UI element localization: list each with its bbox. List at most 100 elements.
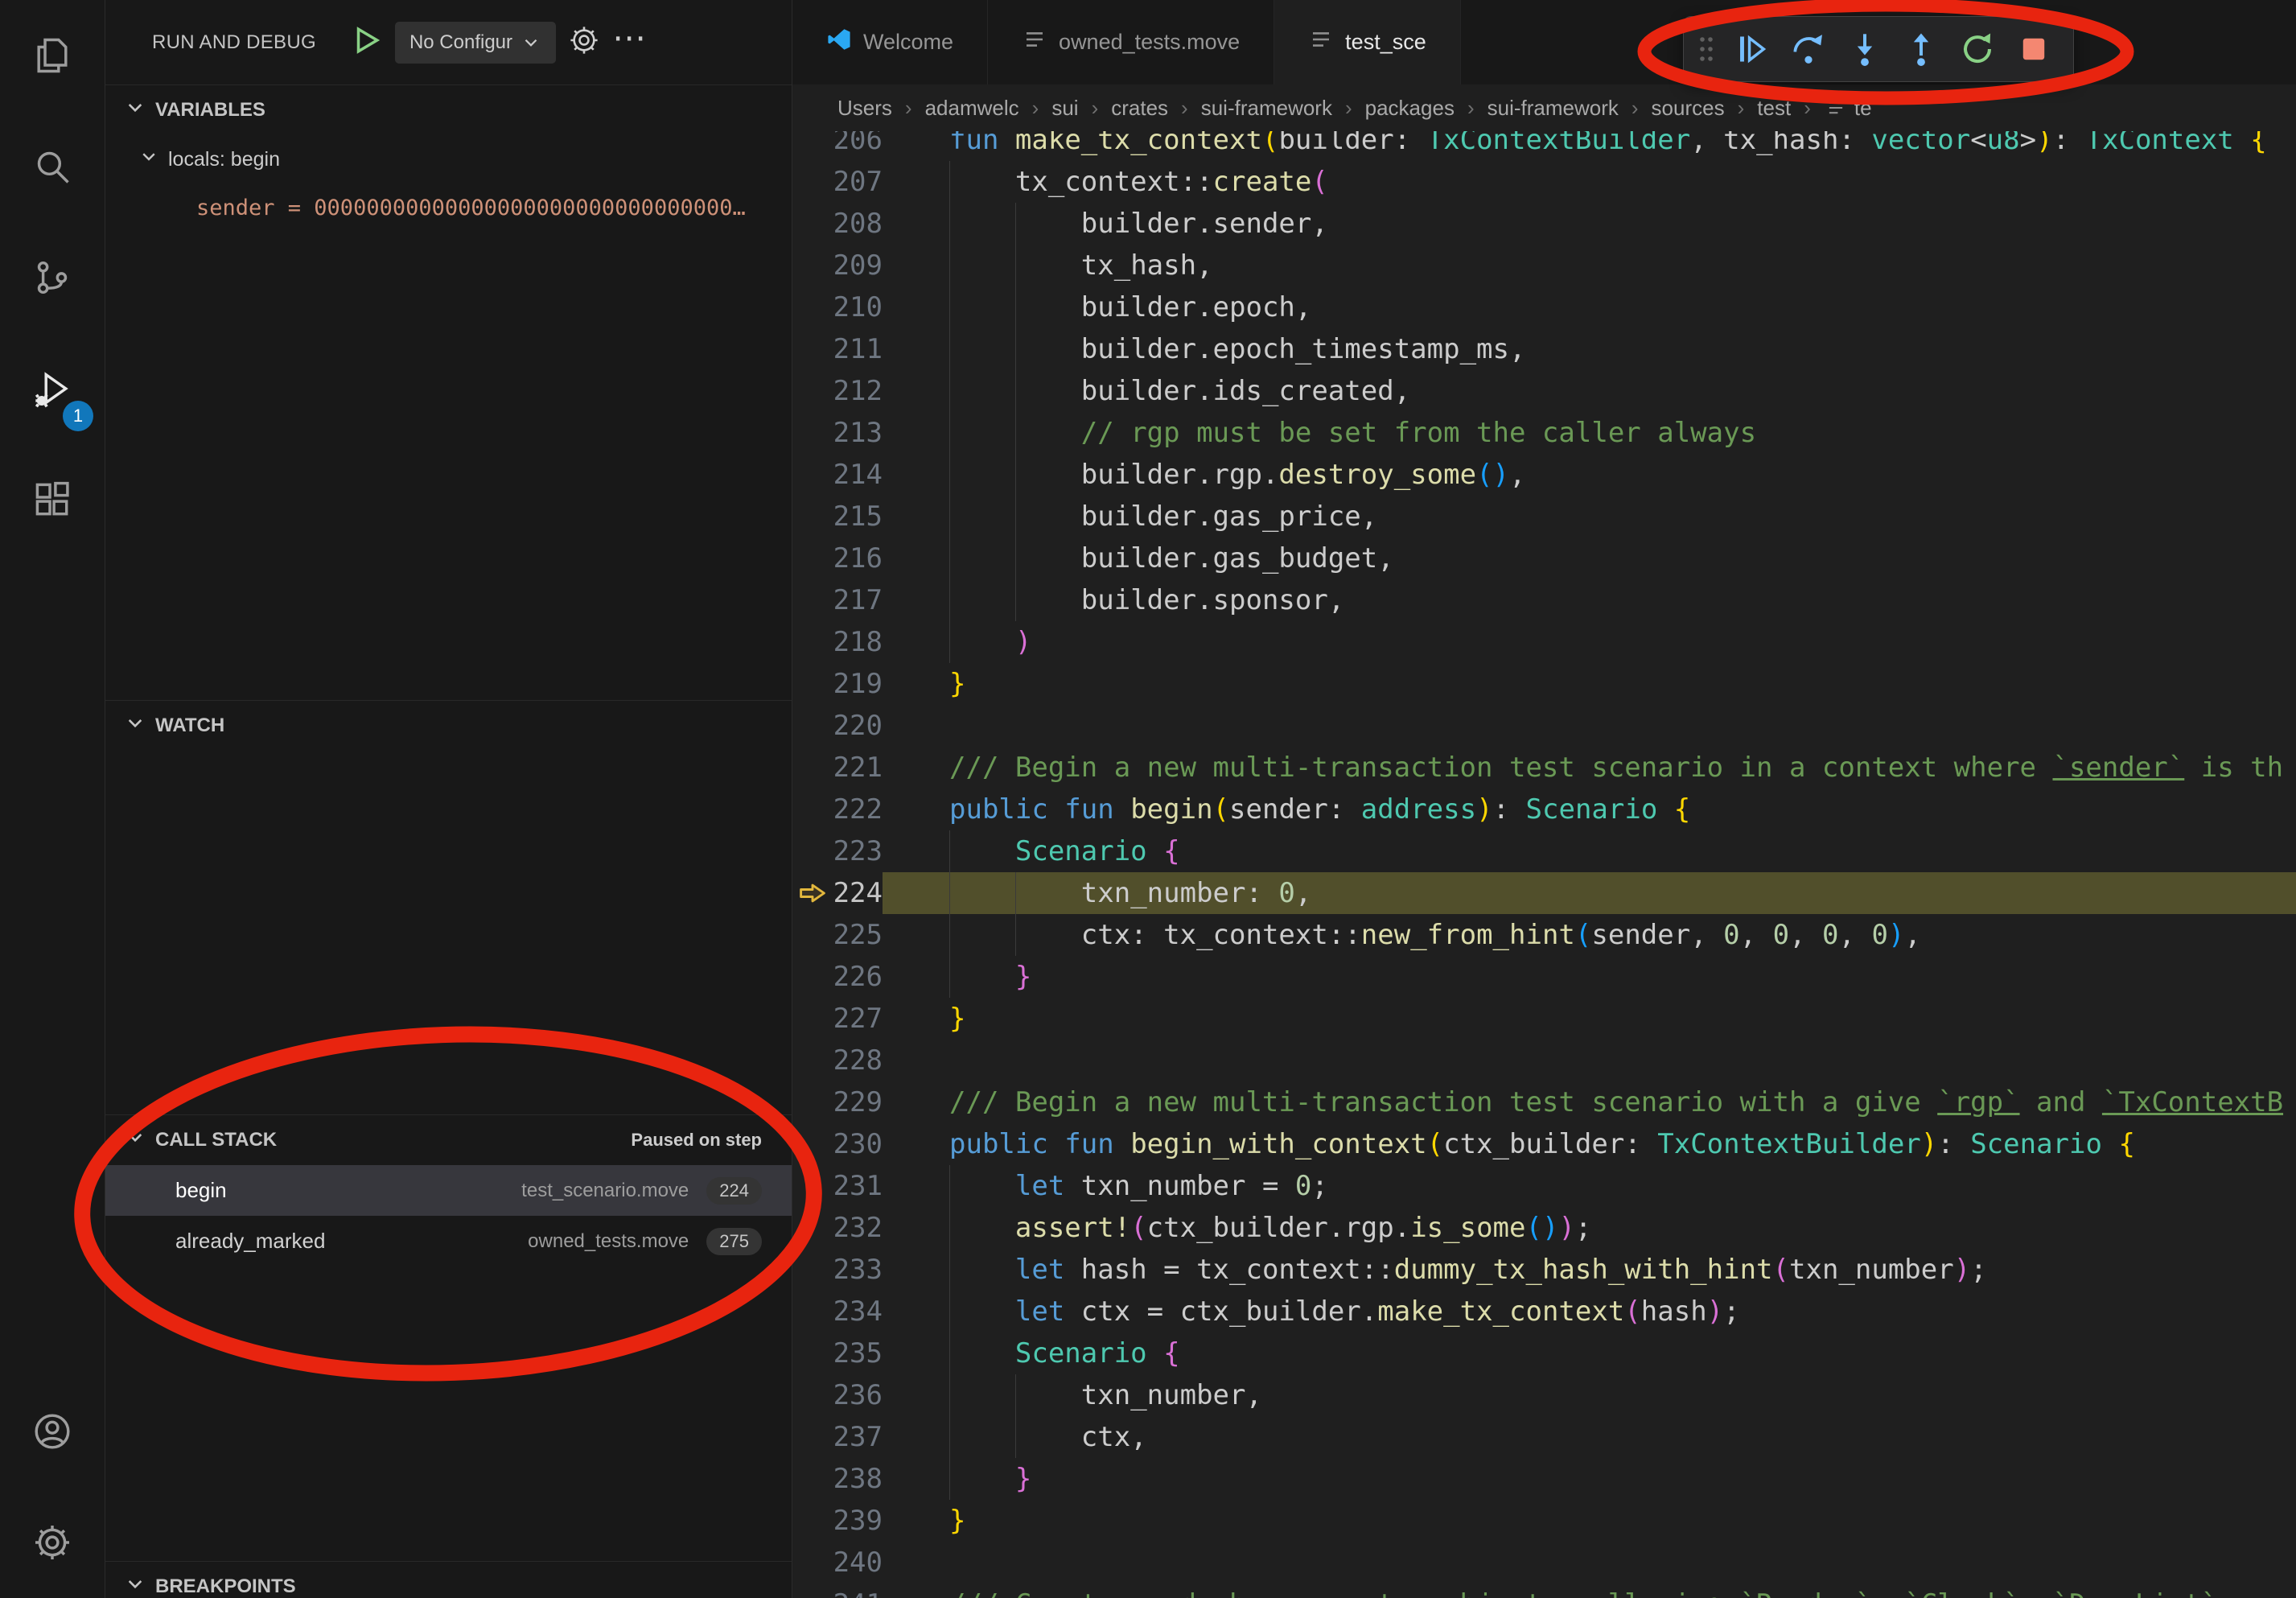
- code-text[interactable]: }: [883, 1458, 2296, 1500]
- line-number[interactable]: 213: [833, 412, 883, 454]
- code-text[interactable]: // rgp must be set from the caller alway…: [883, 412, 2296, 454]
- call-stack-section-header[interactable]: CALL STACK Paused on step: [105, 1115, 792, 1165]
- call-stack-frame[interactable]: already_marked owned_tests.move 275: [105, 1216, 792, 1266]
- variables-section-header[interactable]: VARIABLES: [105, 85, 792, 135]
- step-out-button[interactable]: [1895, 23, 1948, 76]
- code-text[interactable]: [883, 705, 2296, 747]
- line-number[interactable]: 220: [833, 705, 883, 747]
- code-text[interactable]: txn_number,: [883, 1374, 2296, 1416]
- breakpoints-section-header[interactable]: BREAKPOINTS: [105, 1562, 792, 1598]
- code-text[interactable]: builder.epoch_timestamp_ms,: [883, 328, 2296, 370]
- explorer-icon[interactable]: [0, 0, 105, 111]
- line-number[interactable]: 233: [833, 1249, 883, 1291]
- line-number[interactable]: 212: [833, 370, 883, 412]
- breadcrumb-item[interactable]: test: [1752, 96, 1796, 121]
- line-number[interactable]: 239: [833, 1500, 883, 1542]
- code-text[interactable]: /// Begin a new multi-transaction test s…: [883, 1081, 2296, 1123]
- code-text[interactable]: }: [883, 1500, 2296, 1542]
- line-number[interactable]: 240: [833, 1542, 883, 1584]
- code-text[interactable]: ctx,: [883, 1416, 2296, 1458]
- line-number[interactable]: 216: [833, 537, 883, 579]
- code-text[interactable]: tx_hash,: [883, 245, 2296, 286]
- breadcrumb-file[interactable]: te: [1819, 96, 1872, 121]
- line-number[interactable]: 214: [833, 454, 883, 496]
- code-text[interactable]: /// Creates and shares system objects, a…: [883, 1584, 2296, 1598]
- line-number[interactable]: 208: [833, 203, 883, 245]
- tab-owned-tests[interactable]: owned_tests.move: [988, 0, 1274, 84]
- line-number[interactable]: 229: [833, 1081, 883, 1123]
- breadcrumb-item[interactable]: sui-framework: [1483, 96, 1623, 121]
- code-text[interactable]: let hash = tx_context::dummy_tx_hash_wit…: [883, 1249, 2296, 1291]
- accounts-icon[interactable]: [0, 1376, 105, 1487]
- code-text[interactable]: let txn_number = 0;: [883, 1165, 2296, 1207]
- line-number[interactable]: 231: [833, 1165, 883, 1207]
- line-number[interactable]: 219: [833, 663, 883, 705]
- extensions-icon[interactable]: [0, 444, 105, 555]
- line-number[interactable]: 238: [833, 1458, 883, 1500]
- line-number[interactable]: 217: [833, 579, 883, 621]
- code-text[interactable]: builder.ids_created,: [883, 370, 2296, 412]
- continue-button[interactable]: [1726, 23, 1779, 76]
- code-text[interactable]: fun make_tx_context(builder: TxContextBu…: [883, 131, 2296, 161]
- line-number[interactable]: 236: [833, 1374, 883, 1416]
- line-number[interactable]: 234: [833, 1291, 883, 1332]
- breadcrumb-item[interactable]: sui: [1047, 96, 1083, 121]
- line-number[interactable]: 215: [833, 496, 883, 537]
- restart-button[interactable]: [1951, 23, 2004, 76]
- code-text[interactable]: public fun begin_with_context(ctx_builde…: [883, 1123, 2296, 1165]
- call-stack-frame[interactable]: begin test_scenario.move 224: [105, 1165, 792, 1216]
- breadcrumb-item[interactable]: packages: [1360, 96, 1459, 121]
- code-text[interactable]: let ctx = ctx_builder.make_tx_context(ha…: [883, 1291, 2296, 1332]
- code-text[interactable]: builder.epoch,: [883, 286, 2296, 328]
- breadcrumb-item[interactable]: sui-framework: [1196, 96, 1337, 121]
- code-text[interactable]: builder.gas_budget,: [883, 537, 2296, 579]
- line-number[interactable]: 224: [833, 872, 883, 914]
- breadcrumb-item[interactable]: Users: [833, 96, 897, 121]
- step-into-button[interactable]: [1838, 23, 1891, 76]
- stop-button[interactable]: [2007, 23, 2060, 76]
- line-number[interactable]: 232: [833, 1207, 883, 1249]
- line-number[interactable]: 207: [833, 161, 883, 203]
- code-text[interactable]: [883, 1040, 2296, 1081]
- tab-welcome[interactable]: Welcome: [792, 0, 988, 84]
- code-text[interactable]: public fun begin(sender: address): Scena…: [883, 789, 2296, 830]
- line-number[interactable]: 226: [833, 956, 883, 998]
- line-number[interactable]: 227: [833, 998, 883, 1040]
- drag-handle-icon[interactable]: [1697, 31, 1716, 67]
- line-number[interactable]: 222: [833, 789, 883, 830]
- line-number[interactable]: 228: [833, 1040, 883, 1081]
- code-text[interactable]: builder.gas_price,: [883, 496, 2296, 537]
- line-number[interactable]: 230: [833, 1123, 883, 1165]
- code-text[interactable]: Scenario {: [883, 830, 2296, 872]
- search-icon[interactable]: [0, 111, 105, 222]
- code-text[interactable]: }: [883, 956, 2296, 998]
- code-text[interactable]: txn_number: 0,: [883, 872, 2296, 914]
- code-text[interactable]: builder.rgp.destroy_some(),: [883, 454, 2296, 496]
- variables-scope-row[interactable]: locals: begin: [105, 135, 792, 183]
- code-text[interactable]: }: [883, 998, 2296, 1040]
- settings-gear-icon[interactable]: [0, 1487, 105, 1598]
- line-number[interactable]: 210: [833, 286, 883, 328]
- code-text[interactable]: ): [883, 621, 2296, 663]
- more-actions-icon[interactable]: ⋯: [612, 21, 646, 64]
- run-and-debug-icon[interactable]: 1: [0, 333, 105, 444]
- step-over-button[interactable]: [1782, 23, 1835, 76]
- code-text[interactable]: builder.sponsor,: [883, 579, 2296, 621]
- watch-section-header[interactable]: WATCH: [105, 701, 792, 751]
- code-text[interactable]: builder.sender,: [883, 203, 2296, 245]
- line-number[interactable]: 235: [833, 1332, 883, 1374]
- line-number[interactable]: 209: [833, 245, 883, 286]
- line-number[interactable]: 206: [833, 131, 883, 161]
- code-text[interactable]: /// Begin a new multi-transaction test s…: [883, 747, 2296, 789]
- line-number[interactable]: 237: [833, 1416, 883, 1458]
- code-text[interactable]: }: [883, 663, 2296, 705]
- breadcrumb-item[interactable]: adamwelc: [920, 96, 1024, 121]
- start-debugging-icon[interactable]: [350, 24, 382, 60]
- code-text[interactable]: tx_context::create(: [883, 161, 2296, 203]
- line-number[interactable]: 218: [833, 621, 883, 663]
- source-control-icon[interactable]: [0, 222, 105, 333]
- line-number[interactable]: 211: [833, 328, 883, 370]
- code-editor[interactable]: 206fun make_tx_context(builder: TxContex…: [792, 131, 2296, 1598]
- line-number[interactable]: 225: [833, 914, 883, 956]
- debug-config-dropdown[interactable]: No Configur: [395, 22, 556, 64]
